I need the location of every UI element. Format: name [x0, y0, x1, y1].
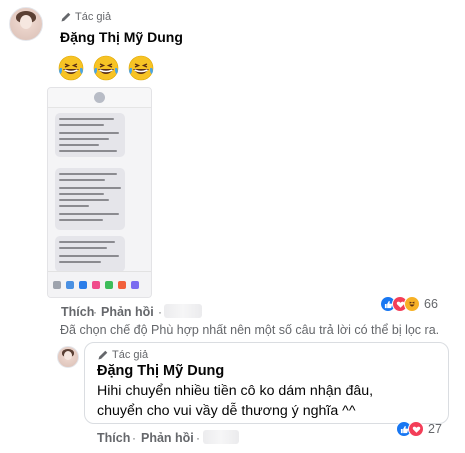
reply-timestamp-blurred[interactable]	[203, 430, 239, 444]
keyboard-app-dock	[48, 271, 151, 297]
attached-sms-screenshot[interactable]	[47, 87, 152, 298]
author-badge-label: Tác giả	[75, 11, 112, 23]
timestamp-blurred[interactable]	[164, 304, 202, 318]
avatar-face	[19, 15, 33, 30]
separator-dot: ·	[158, 305, 162, 319]
contact-avatar-icon	[94, 92, 105, 103]
reply-button[interactable]: Phản hồi	[101, 305, 154, 319]
pen-icon	[98, 350, 108, 360]
laughing-emoji-icon	[93, 55, 119, 81]
love-reaction-icon	[408, 421, 424, 437]
reply-text-line-1: Hihi chuyển nhiều tiền cô ko dám nhận đâ…	[97, 383, 374, 399]
author-badge: Tác giả	[60, 11, 111, 23]
like-button[interactable]: Thích	[61, 305, 94, 319]
reply-reaction-summary[interactable]: 27	[396, 421, 442, 437]
reaction-summary[interactable]: 66	[380, 296, 438, 312]
separator-dot: ·	[196, 431, 200, 445]
reply-reply-button[interactable]: Phản hồi	[141, 431, 194, 445]
filter-notice: Đã chọn chế độ Phù hợp nhất nên một số c…	[60, 323, 440, 337]
author-avatar[interactable]	[9, 7, 43, 41]
haha-reaction-icon	[404, 296, 420, 312]
avatar-face	[64, 351, 72, 361]
author-name[interactable]: Đặng Thị Mỹ Dung	[60, 29, 183, 45]
message-bubble	[55, 168, 125, 230]
laughing-emoji-icon	[58, 55, 84, 81]
message-bubble	[55, 113, 125, 157]
pen-icon	[61, 12, 71, 22]
reply-author-avatar[interactable]	[57, 346, 79, 368]
reply-author-name[interactable]: Đặng Thị Mỹ Dung	[97, 363, 224, 379]
reply-author-badge-label: Tác giả	[112, 349, 149, 361]
reaction-count: 66	[424, 297, 438, 311]
separator-dot: ·	[93, 305, 97, 319]
separator-dot: ·	[132, 431, 136, 445]
reply-text-line-2: chuyển cho vui vầy dễ thương ý nghĩa ^^	[97, 403, 356, 419]
reply-like-button[interactable]: Thích	[97, 431, 130, 445]
reaction-count: 27	[428, 422, 442, 436]
message-bubble	[55, 236, 125, 272]
laughing-emoji-icon	[128, 55, 154, 81]
reply-author-badge: Tác giả	[97, 349, 148, 361]
